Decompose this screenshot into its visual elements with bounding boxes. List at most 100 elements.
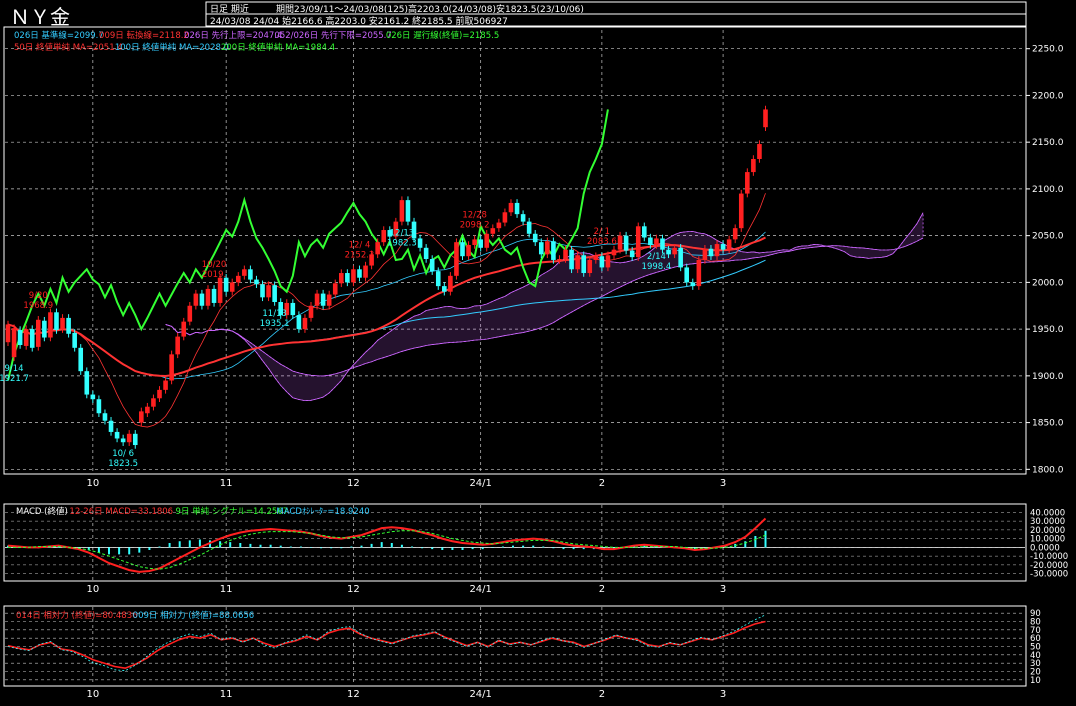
candle-up <box>139 411 144 423</box>
macd-histogram-bar <box>572 547 575 550</box>
x-tick-label: 10 <box>86 478 99 489</box>
macd-histogram-bar <box>97 547 100 553</box>
candle-down <box>248 269 253 280</box>
candle-up <box>575 255 580 270</box>
x-tick-label: 12 <box>347 584 360 595</box>
period-line: 期間23/09/11～24/03/08(125)高2203.0(24/03/08… <box>276 3 584 15</box>
x-tick-label: 3 <box>720 689 726 700</box>
macd-y-label: -30.0000 <box>1030 570 1068 580</box>
macd-y-label: 30.0000 <box>1030 517 1065 527</box>
candle-up <box>466 244 471 257</box>
macd-histogram-bar <box>350 546 353 548</box>
macd-histogram-bar <box>269 544 272 548</box>
candle-up <box>332 283 338 295</box>
y-tick-label: 1850.0 <box>1032 419 1064 429</box>
x-tick-label: 12 <box>347 689 360 700</box>
candle-up <box>702 248 708 260</box>
candle-down <box>29 329 35 348</box>
x-tick-label: 10 <box>86 584 99 595</box>
macd-histogram-bar <box>400 544 403 548</box>
candle-down <box>423 247 429 260</box>
candle-down <box>581 255 586 274</box>
candle-down <box>551 241 556 260</box>
macd-histogram-bar <box>299 546 302 548</box>
candle-down <box>514 202 520 215</box>
y-tick-label: 2100.0 <box>1032 185 1064 195</box>
candle-up <box>48 312 53 338</box>
macd-histogram-bar <box>279 545 282 548</box>
candle-up <box>375 242 380 255</box>
candle-up <box>163 380 168 390</box>
macd-histogram-bar <box>360 545 363 548</box>
macd-histogram-bar <box>451 547 454 550</box>
candle-up <box>484 233 490 248</box>
candle-up <box>563 249 568 260</box>
candle-down <box>442 286 447 292</box>
candle-up <box>763 109 768 128</box>
macd-histogram-bar <box>178 541 181 548</box>
legend-item: 052/026日 先行下限=2055.7 <box>274 30 391 41</box>
annotation-date: 10/20 <box>202 260 227 270</box>
macd-y-label: 20.0000 <box>1030 526 1065 536</box>
candle-up <box>242 269 247 276</box>
candle-up <box>732 228 738 240</box>
macd-histogram-bar <box>340 547 343 549</box>
macd-y-label: 0.0000 <box>1030 543 1060 553</box>
candle-down <box>260 284 265 298</box>
macd-histogram-bar <box>582 547 585 550</box>
candle-up <box>472 239 477 245</box>
candle-up <box>217 277 223 303</box>
candle-down <box>666 249 671 255</box>
candle-up <box>545 241 550 255</box>
candle-down <box>538 242 544 255</box>
x-tick-label: 24/1 <box>469 689 491 700</box>
annotation-value: 2019. <box>202 270 226 280</box>
candle-down <box>96 399 102 414</box>
candle-up <box>235 275 241 283</box>
x-tick-label: 2 <box>599 584 605 595</box>
legend-item: 026日 基準線=2099.7 <box>14 30 104 41</box>
candle-up <box>654 238 659 245</box>
candle-down <box>108 420 114 432</box>
annotation-date: 10/ 6 <box>112 449 134 459</box>
macd-histogram-bar <box>259 544 262 548</box>
candle-down <box>320 293 326 306</box>
candle-down <box>114 431 120 439</box>
candle-up <box>60 317 65 330</box>
legend-item: 009日 転換線=2118.2 <box>99 30 189 41</box>
macd-y-label: -20.0000 <box>1030 561 1068 571</box>
candle-up <box>266 285 271 298</box>
candle-up <box>726 239 732 250</box>
candle-up <box>502 212 508 223</box>
candle-up <box>229 282 235 292</box>
candle-down <box>678 247 683 268</box>
macd-histogram-bar <box>390 543 393 548</box>
macd-y-label: 10.0000 <box>1030 535 1065 545</box>
annotation-date: 2/ 1 <box>594 227 610 237</box>
candle-up <box>557 259 562 261</box>
x-tick-label: 24/1 <box>469 584 491 595</box>
macd-histogram-bar <box>158 546 161 548</box>
candle-down <box>120 438 126 443</box>
macd-histogram-bar <box>512 545 514 548</box>
y-tick-label: 1800.0 <box>1032 465 1064 475</box>
annotation-date: 2/14 <box>647 252 666 262</box>
macd-histogram-bar <box>764 530 767 548</box>
legend-item: 200日 終値単純 MA=1984.4 <box>221 42 335 53</box>
candle-up <box>508 202 514 213</box>
macd-histogram-bar <box>562 547 565 550</box>
candle-down <box>629 250 635 258</box>
candle-down <box>357 269 362 278</box>
legend-item: 100日 終値単純 MA=2028.0 <box>115 42 229 53</box>
candle-up <box>751 158 756 173</box>
instrument-title: ＮＹ金 <box>10 5 70 29</box>
annotation-value: 2083.6 <box>587 237 617 247</box>
candle-up <box>339 273 344 284</box>
candle-down <box>254 279 259 285</box>
macd-y-label: -10.0000 <box>1030 552 1068 562</box>
candle-down <box>526 221 532 234</box>
macd-histogram-bar <box>491 547 494 548</box>
candle-down <box>623 235 629 251</box>
macd-histogram-bar <box>108 547 110 555</box>
ichimoku-legend: 026日 基準線=2099.7009日 転換線=2118.2026日 先行上限=… <box>14 30 499 41</box>
